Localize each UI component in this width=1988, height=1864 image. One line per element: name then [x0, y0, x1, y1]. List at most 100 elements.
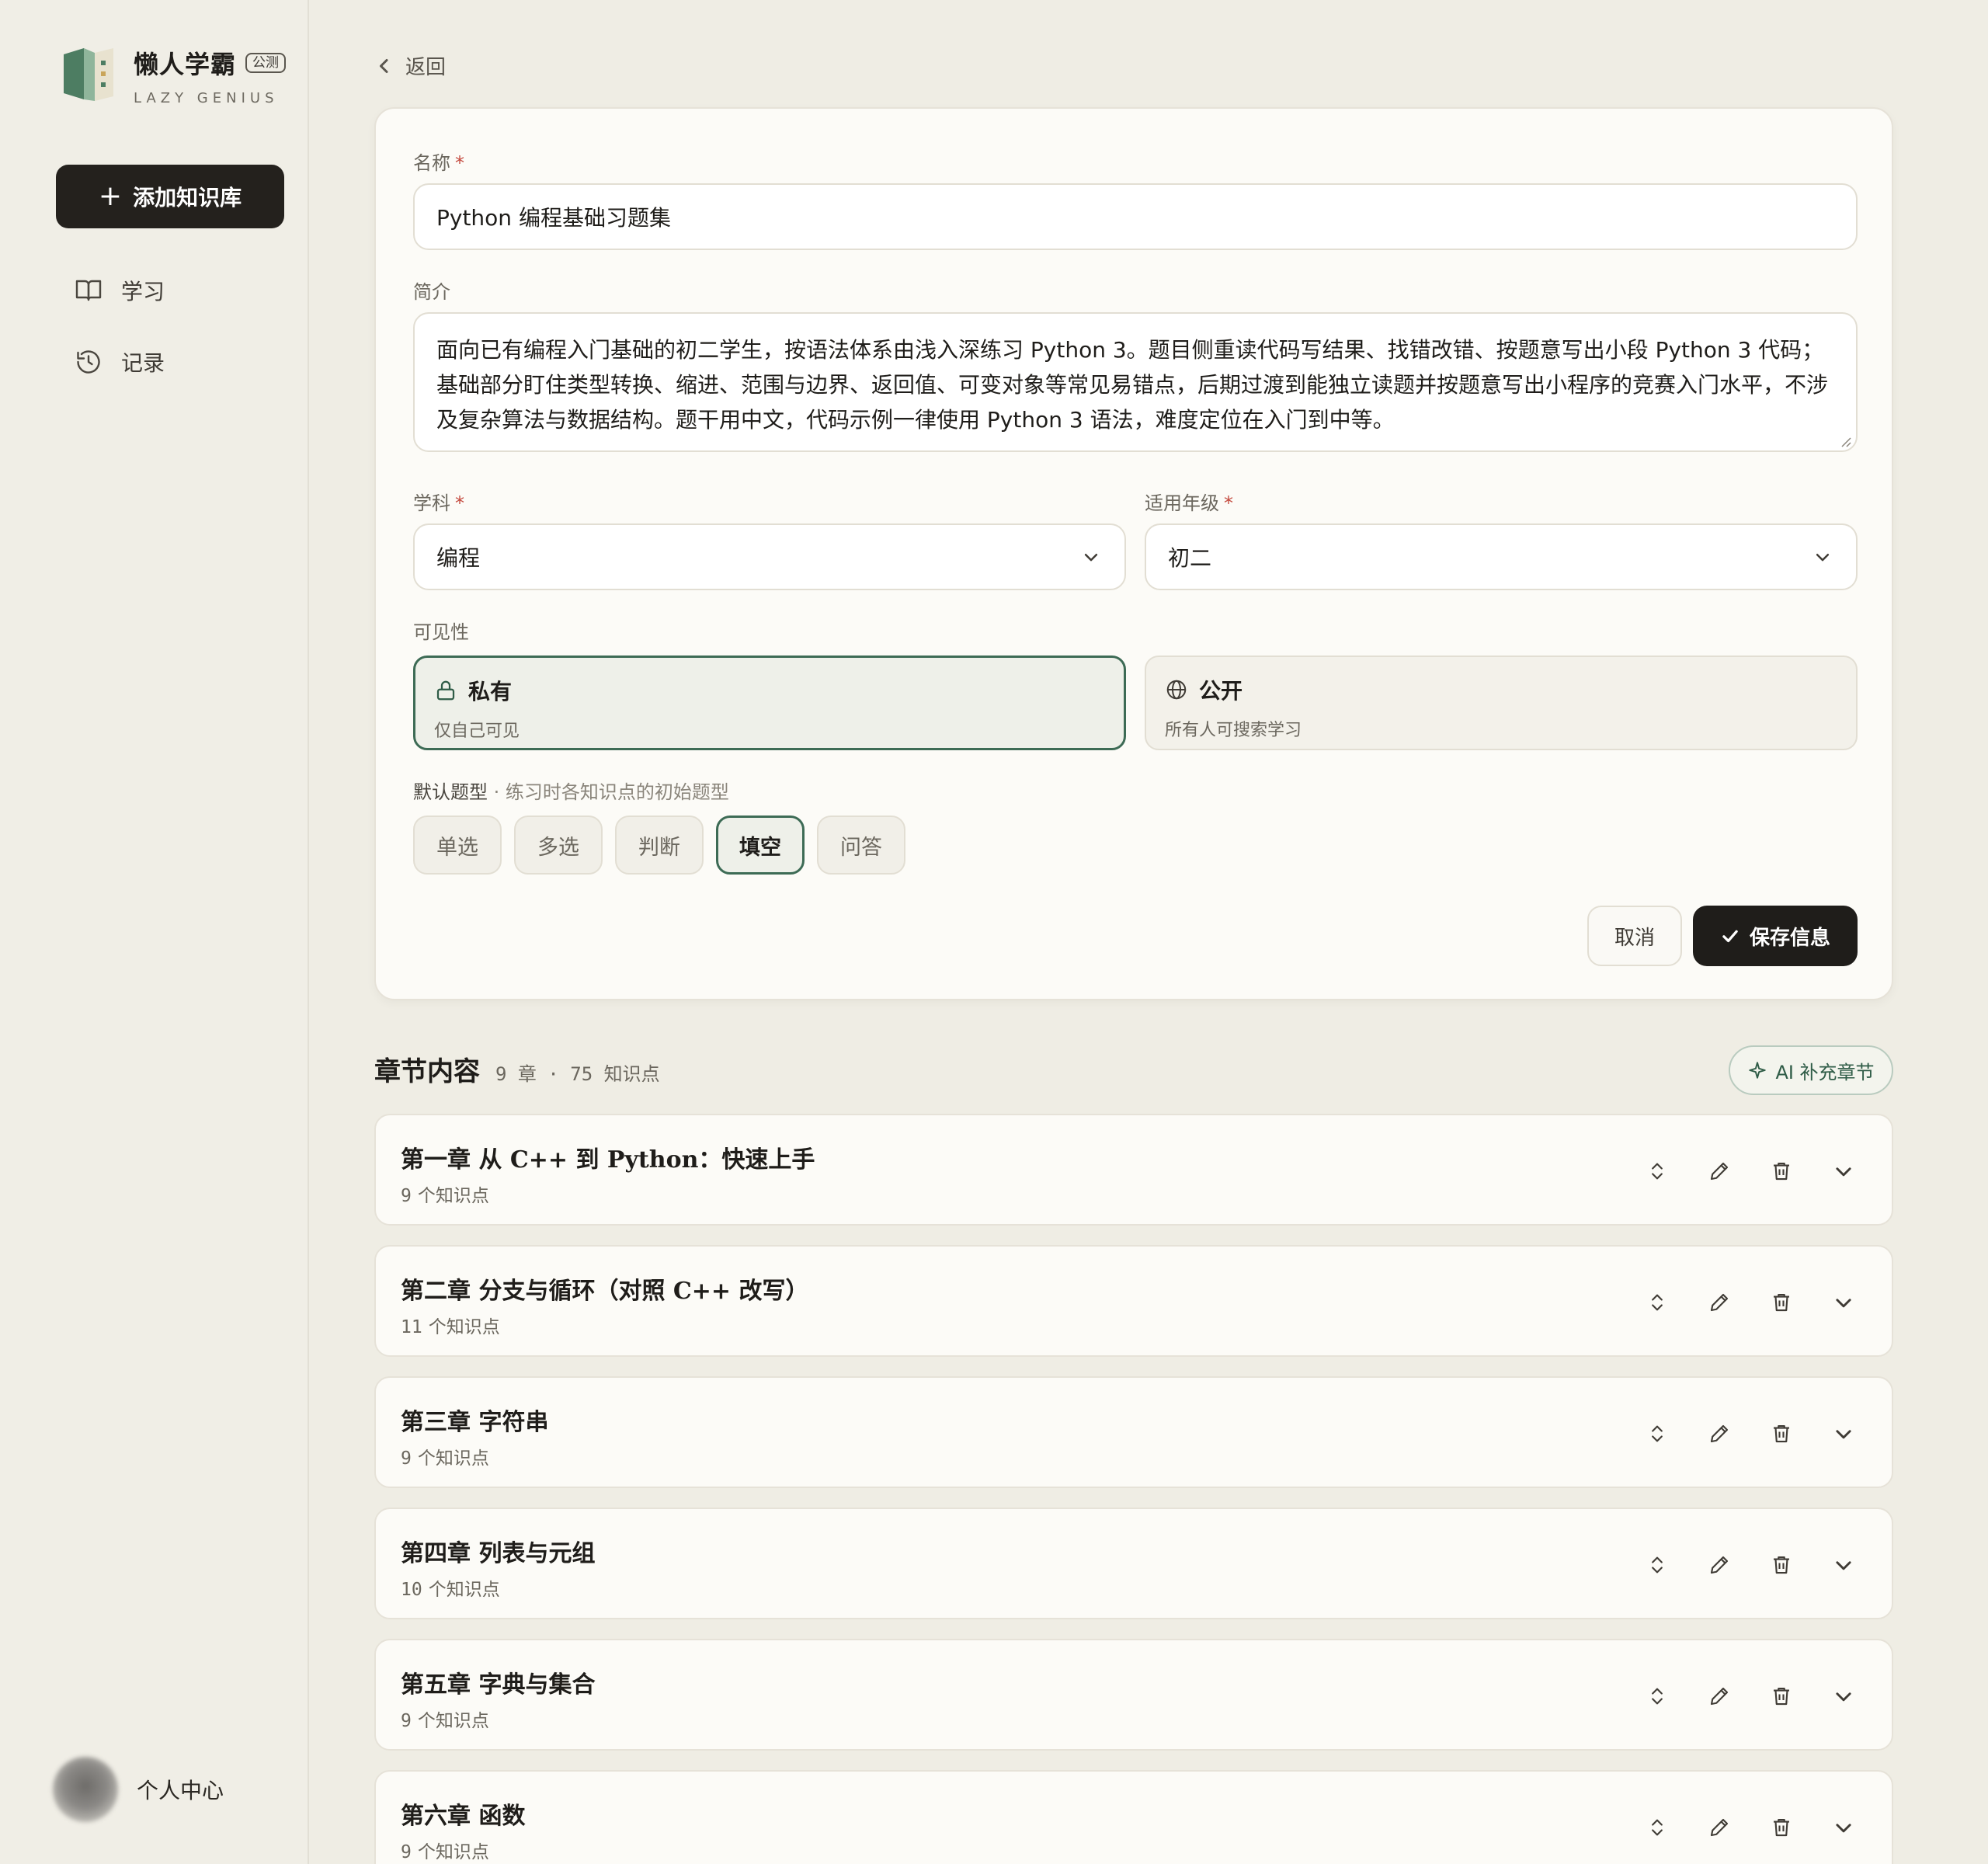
ai-add-chapter-label: AI 补充章节 — [1775, 1061, 1875, 1083]
app-logo[interactable]: 懒人学霸 公测 LAZY GENIUS — [61, 45, 287, 106]
edit-icon[interactable] — [1702, 1417, 1736, 1451]
check-icon — [1722, 930, 1738, 943]
grade-select[interactable]: 初二 — [1145, 523, 1858, 590]
sidebar-item-study[interactable]: 学习 — [75, 275, 165, 306]
trash-icon[interactable] — [1764, 1285, 1799, 1320]
visibility-label: 可见性 — [413, 621, 469, 643]
grade-select-value: 初二 — [1168, 545, 1212, 571]
chevron-down-icon — [1816, 554, 1830, 562]
profile-link[interactable]: 个人中心 — [53, 1757, 224, 1822]
intro-label: 简介 — [413, 281, 450, 303]
chapter-title: 第二章 分支与循环（对照 C++ 改写） — [401, 1278, 809, 1305]
chevron-down-icon — [1084, 554, 1098, 562]
question-type-fill-blank[interactable]: 填空 — [716, 816, 805, 875]
trash-icon[interactable] — [1764, 1548, 1799, 1582]
chapter-actions — [1612, 1417, 1861, 1451]
profile-label: 个人中心 — [137, 1778, 224, 1803]
intro-textarea-value: 面向已有编程入门基础的初二学生，按语法体系由浅入深练习 Python 3。题目侧… — [436, 337, 1829, 433]
plus-icon: + — [98, 180, 123, 212]
chapter-point-count: 9 个知识点 — [401, 1842, 489, 1862]
app-subtitle: LAZY GENIUS — [134, 90, 279, 106]
knowledge-base-form: 名称 * Python 编程基础习题集 简介 面向已有编程入门基础的初二学生，按语… — [374, 107, 1893, 1000]
chapter-title: 第四章 列表与元组 — [401, 1540, 596, 1567]
edit-icon[interactable] — [1702, 1810, 1736, 1845]
sidebar-item-label: 记录 — [121, 350, 165, 376]
visibility-private-option[interactable]: 私有 仅自己可见 — [413, 656, 1126, 750]
reorder-icon[interactable] — [1640, 1810, 1674, 1845]
chapter-card[interactable]: 第六章 函数 9 个知识点 — [374, 1770, 1893, 1864]
name-label: 名称 * — [413, 152, 464, 174]
chevron-down-icon[interactable] — [1826, 1154, 1861, 1188]
visibility-public-option[interactable]: 公开 所有人可搜索学习 — [1145, 656, 1858, 750]
chapter-actions — [1612, 1548, 1861, 1582]
subject-select-value: 编程 — [436, 545, 481, 571]
chapters-summary: 9 章 · 75 知识点 — [495, 1063, 660, 1085]
sidebar-item-history[interactable]: 记录 — [75, 346, 165, 377]
default-type-label: 默认题型 · 练习时各知识点的初始题型 — [413, 781, 729, 803]
chevron-down-icon[interactable] — [1826, 1679, 1861, 1713]
chapter-title: 第六章 函数 — [401, 1803, 526, 1830]
save-button[interactable]: 保存信息 — [1693, 906, 1858, 966]
trash-icon[interactable] — [1764, 1810, 1799, 1845]
chapters-title: 章节内容 — [374, 1056, 480, 1087]
chevron-down-icon[interactable] — [1826, 1810, 1861, 1845]
reorder-icon[interactable] — [1640, 1154, 1674, 1188]
reorder-icon[interactable] — [1640, 1285, 1674, 1320]
subject-select[interactable]: 编程 — [413, 523, 1126, 590]
add-knowledge-base-button[interactable]: + 添加知识库 — [56, 165, 284, 228]
edit-icon[interactable] — [1702, 1548, 1736, 1582]
chapter-point-count: 9 个知识点 — [401, 1711, 489, 1731]
chapter-point-count: 9 个知识点 — [401, 1186, 489, 1206]
chapter-actions — [1612, 1810, 1861, 1845]
reorder-icon[interactable] — [1640, 1679, 1674, 1713]
reorder-icon[interactable] — [1640, 1548, 1674, 1582]
visibility-public-desc: 所有人可搜索学习 — [1165, 721, 1302, 740]
trash-icon[interactable] — [1764, 1154, 1799, 1188]
lock-icon — [436, 680, 455, 701]
chapter-card[interactable]: 第五章 字典与集合 9 个知识点 — [374, 1639, 1893, 1751]
sidebar: 懒人学霸 公测 LAZY GENIUS + 添加知识库 学习 记录 个人中心 — [0, 0, 309, 1864]
question-type-multiple-choice[interactable]: 多选 — [514, 816, 603, 875]
edit-icon[interactable] — [1702, 1679, 1736, 1713]
trash-icon[interactable] — [1764, 1679, 1799, 1713]
chapter-point-count: 11 个知识点 — [401, 1317, 500, 1337]
visibility-private-title: 私有 — [468, 679, 513, 704]
chapter-title: 第三章 字符串 — [401, 1409, 549, 1436]
chapter-actions — [1612, 1154, 1861, 1188]
reorder-icon[interactable] — [1640, 1417, 1674, 1451]
question-type-short-answer[interactable]: 问答 — [817, 816, 905, 875]
chapter-point-count: 9 个知识点 — [401, 1448, 489, 1469]
name-input-value: Python 编程基础习题集 — [436, 205, 671, 231]
subject-label: 学科 * — [413, 492, 464, 514]
chevron-down-icon[interactable] — [1826, 1417, 1861, 1451]
edit-icon[interactable] — [1702, 1154, 1736, 1188]
chapter-card[interactable]: 第一章 从 C++ 到 Python：快速上手 9 个知识点 — [374, 1114, 1893, 1226]
chevron-down-icon[interactable] — [1826, 1285, 1861, 1320]
question-type-true-false[interactable]: 判断 — [615, 816, 704, 875]
chevron-down-icon[interactable] — [1826, 1548, 1861, 1582]
app-title: 懒人学霸 — [134, 50, 237, 79]
chapter-card[interactable]: 第二章 分支与循环（对照 C++ 改写） 11 个知识点 — [374, 1245, 1893, 1357]
resize-grip-icon[interactable] — [1839, 435, 1851, 447]
chapter-actions — [1612, 1285, 1861, 1320]
chapter-point-count: 10 个知识点 — [401, 1580, 500, 1600]
intro-textarea[interactable]: 面向已有编程入门基础的初二学生，按语法体系由浅入深练习 Python 3。题目侧… — [413, 312, 1858, 452]
sidebar-item-label: 学习 — [121, 279, 165, 304]
back-label: 返回 — [405, 56, 447, 79]
chapters-header: 章节内容 9 章 · 75 知识点 — [374, 1050, 660, 1088]
chevron-left-icon — [380, 58, 388, 73]
ai-add-chapter-button[interactable]: AI 补充章节 — [1729, 1045, 1893, 1095]
back-link[interactable]: 返回 — [377, 51, 446, 80]
name-input[interactable]: Python 编程基础习题集 — [413, 183, 1858, 250]
question-type-single-choice[interactable]: 单选 — [413, 816, 502, 875]
trash-icon[interactable] — [1764, 1417, 1799, 1451]
edit-icon[interactable] — [1702, 1285, 1736, 1320]
cancel-button[interactable]: 取消 — [1587, 906, 1682, 966]
book-logo-icon — [61, 45, 118, 103]
chapter-card[interactable]: 第三章 字符串 9 个知识点 — [374, 1376, 1893, 1488]
chapter-card[interactable]: 第四章 列表与元组 10 个知识点 — [374, 1508, 1893, 1619]
grade-label: 适用年级 * — [1145, 492, 1233, 514]
globe-icon — [1166, 680, 1187, 700]
visibility-public-title: 公开 — [1199, 678, 1243, 704]
avatar — [53, 1757, 118, 1822]
